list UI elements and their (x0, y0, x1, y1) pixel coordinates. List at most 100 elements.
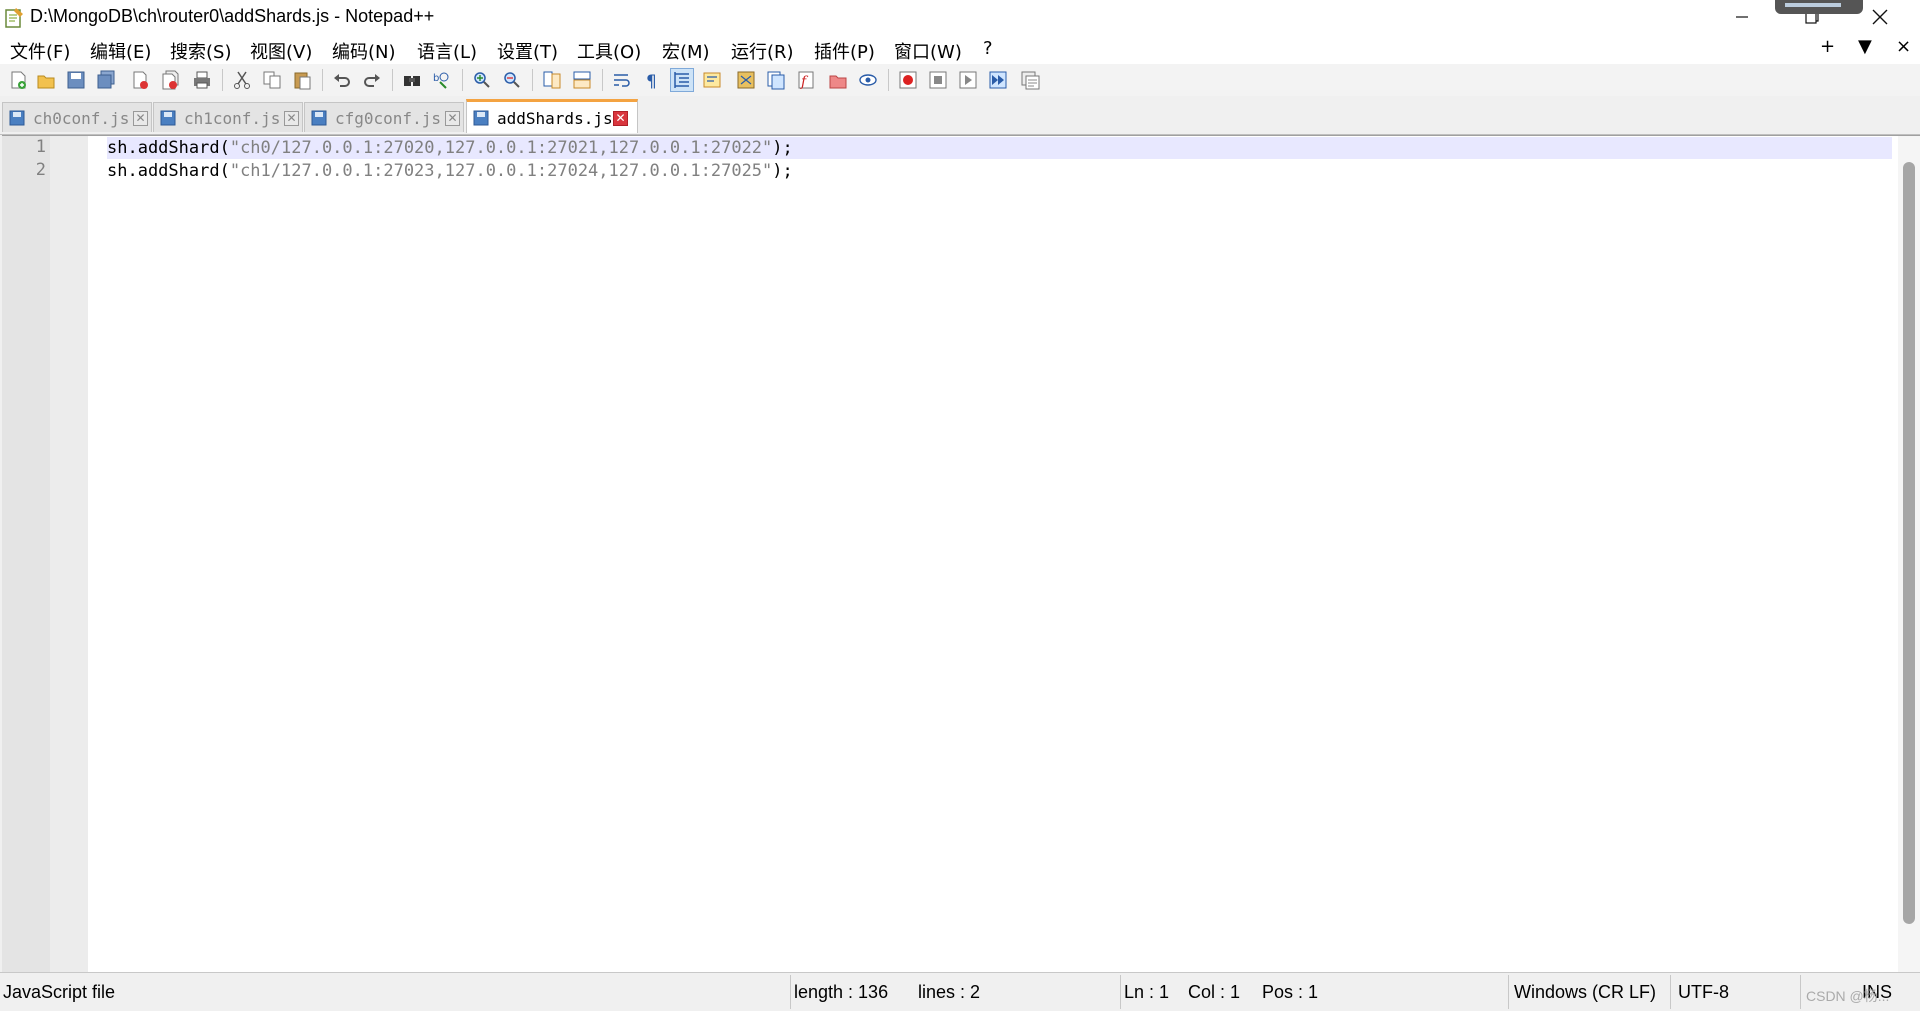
function-parser-button[interactable]: f (794, 68, 818, 92)
redo-button[interactable] (360, 68, 384, 92)
code-string: "ch1/127.0.0.1:27023,127.0.0.1:27024,127… (229, 161, 773, 181)
tab-label: addShards.js (497, 109, 613, 128)
code-string: "ch0/127.0.0.1:27020,127.0.0.1:27021,127… (229, 138, 773, 158)
menu-plugins[interactable]: 插件(P) (814, 38, 875, 64)
editor-pane[interactable]: 1 2 sh.addShard("ch0/127.0.0.1:27020,127… (2, 135, 1920, 972)
show-all-chars-icon: ¶ (646, 72, 657, 90)
doc-map-button[interactable] (734, 68, 758, 92)
close-tab-button[interactable]: × (1896, 36, 1911, 57)
record-macro-button[interactable] (896, 68, 920, 92)
notepadpp-app-icon (5, 8, 23, 28)
tab-bar: ch0conf.js ✕ ch1conf.js ✕ cfg0conf.js ✕ … (0, 98, 1920, 135)
find-button[interactable] (400, 68, 424, 92)
print-icon (194, 71, 210, 89)
indent-guide-button[interactable] (670, 68, 694, 92)
tab-close-icon[interactable]: ✕ (613, 111, 628, 126)
tab-close-icon[interactable]: ✕ (133, 111, 148, 126)
line-number: 2 (35, 160, 46, 180)
minimize-icon (1736, 16, 1748, 18)
menu-window[interactable]: 窗口(W) (894, 38, 962, 64)
menu-edit[interactable]: 编辑(E) (90, 38, 151, 64)
title-bar: D:\MongoDB\ch\router0\addShards.js - Not… (0, 0, 1920, 34)
close-file-button[interactable] (128, 68, 152, 92)
toolbar-separator (532, 69, 533, 91)
find-icon (404, 76, 420, 86)
sync-horizontal-icon (573, 71, 591, 89)
menu-tools[interactable]: 工具(O) (577, 38, 641, 64)
menu-encoding[interactable]: 编码(N) (332, 38, 396, 64)
new-file-button[interactable] (6, 68, 30, 92)
cut-icon (234, 71, 250, 89)
print-button[interactable] (190, 68, 214, 92)
status-separator (790, 975, 791, 1009)
open-file-button[interactable] (34, 68, 58, 92)
run-macro-multiple-icon (989, 71, 1007, 89)
zoom-out-button[interactable] (500, 68, 524, 92)
close-icon (1872, 9, 1888, 25)
function-parser-icon: f (798, 71, 814, 90)
new-tab-button[interactable]: + (1820, 36, 1835, 57)
minimize-button[interactable] (1710, 0, 1774, 34)
paste-icon (294, 72, 311, 90)
menu-run[interactable]: 运行(R) (731, 38, 794, 64)
word-wrap-button[interactable] (610, 68, 634, 92)
folder-workspace-icon (829, 75, 847, 89)
menu-view[interactable]: 视图(V) (250, 38, 312, 64)
menu-language[interactable]: 语言(L) (417, 38, 477, 64)
svg-text:b: b (433, 73, 439, 84)
code-punctuation: ); (772, 161, 793, 181)
run-macro-multiple-button[interactable] (986, 68, 1010, 92)
copy-button[interactable] (260, 68, 284, 92)
sync-vertical-button[interactable] (540, 68, 564, 92)
word-wrap-icon (614, 74, 630, 87)
status-line: Ln : 1 (1124, 982, 1170, 1002)
cut-button[interactable] (230, 68, 254, 92)
tab-list-dropdown[interactable]: ▼ (1858, 36, 1872, 57)
menu-macro[interactable]: 宏(M) (662, 38, 710, 64)
copy-icon (263, 71, 281, 89)
saved-file-icon (311, 110, 327, 126)
tab-close-icon[interactable]: ✕ (284, 111, 299, 126)
status-encoding[interactable]: UTF-8 (1678, 982, 1729, 1003)
scrollbar-thumb[interactable] (1903, 162, 1915, 924)
menu-settings[interactable]: 设置(T) (497, 38, 558, 64)
menu-file[interactable]: 文件(F) (10, 38, 70, 64)
status-length: length : 136 (794, 982, 889, 1002)
close-all-button[interactable] (158, 68, 182, 92)
tab-cfg0conf[interactable]: cfg0conf.js ✕ (304, 102, 464, 132)
saved-file-icon (9, 110, 25, 126)
paste-button[interactable] (290, 68, 314, 92)
code-call: sh.addShard( (107, 138, 230, 158)
show-all-chars-button[interactable]: ¶ (640, 68, 664, 92)
save-button[interactable] (64, 68, 88, 92)
undo-button[interactable] (330, 68, 354, 92)
menu-search[interactable]: 搜索(S) (170, 38, 231, 64)
monitoring-button[interactable] (856, 68, 880, 92)
vertical-scrollbar[interactable] (1898, 136, 1920, 972)
code-call: sh.addShard( (107, 161, 230, 181)
play-macro-button[interactable] (956, 68, 980, 92)
tab-ch0conf[interactable]: ch0conf.js ✕ (2, 102, 152, 132)
play-macro-icon (959, 71, 977, 89)
menu-help[interactable]: ? (983, 38, 993, 59)
tab-addshards[interactable]: addShards.js ✕ (466, 99, 638, 133)
toolbar: b ¶ f (0, 64, 1920, 96)
tab-close-icon[interactable]: ✕ (445, 111, 460, 126)
close-all-icon (162, 70, 179, 90)
replace-button[interactable]: b (430, 68, 454, 92)
stop-macro-button[interactable] (926, 68, 950, 92)
saved-file-icon (160, 110, 176, 126)
fold-margin[interactable] (50, 136, 88, 972)
close-window-button[interactable] (1848, 0, 1912, 34)
sync-horizontal-button[interactable] (570, 68, 594, 92)
save-macro-button[interactable] (1018, 68, 1042, 92)
function-list-button[interactable] (764, 68, 788, 92)
status-eol[interactable]: Windows (CR LF) (1514, 982, 1656, 1003)
user-defined-lang-button[interactable] (700, 68, 724, 92)
code-line[interactable]: sh.addShard("ch0/127.0.0.1:27020,127.0.0… (107, 137, 1892, 159)
zoom-in-button[interactable] (470, 68, 494, 92)
save-all-button[interactable] (94, 68, 118, 92)
tab-ch1conf[interactable]: ch1conf.js ✕ (153, 102, 303, 132)
folder-workspace-button[interactable] (826, 68, 850, 92)
code-line[interactable]: sh.addShard("ch1/127.0.0.1:27023,127.0.0… (107, 160, 1892, 182)
